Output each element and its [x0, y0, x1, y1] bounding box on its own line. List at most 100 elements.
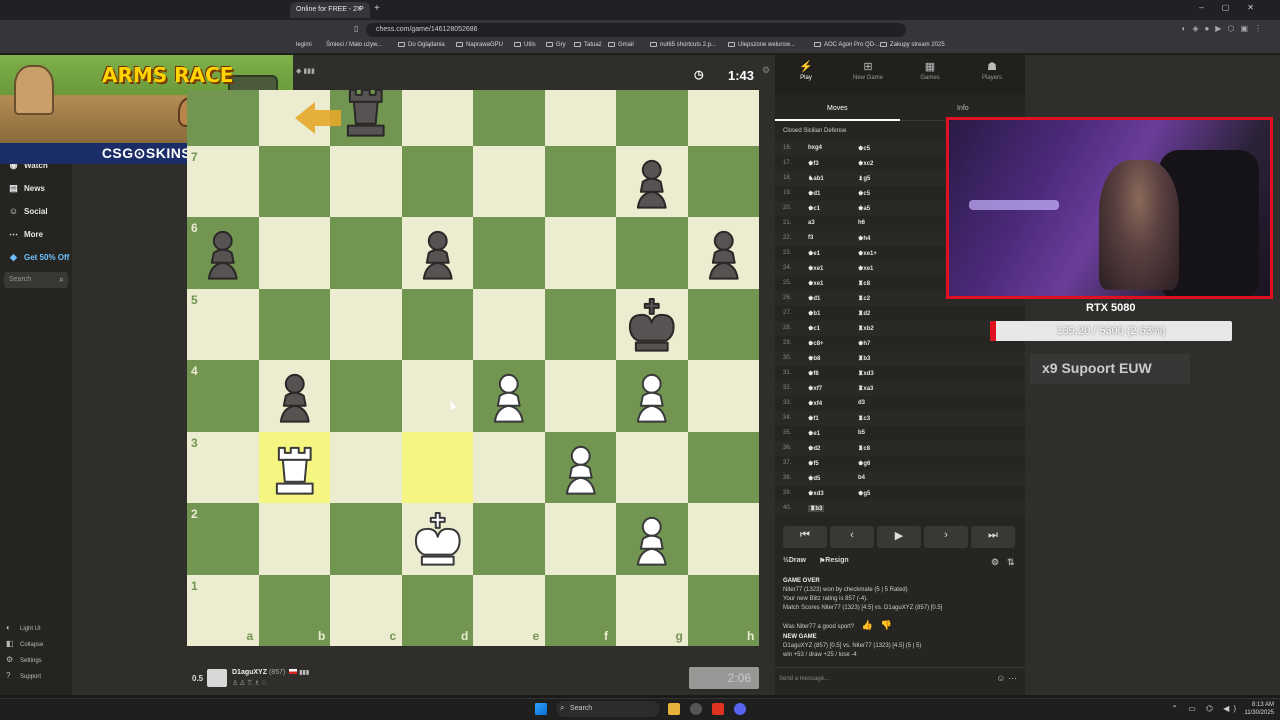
square-e5[interactable]	[473, 288, 545, 360]
white-move[interactable]: ♚xf4	[808, 400, 822, 407]
square-e2[interactable]	[473, 503, 545, 575]
black-move[interactable]: b4	[858, 475, 865, 481]
white-move[interactable]: ♚xe1	[808, 265, 823, 272]
black-move[interactable]: b5	[858, 430, 865, 436]
square-f7[interactable]	[544, 145, 616, 217]
bookmark-item[interactable]: AOC Agon Pro QD-...	[814, 42, 881, 48]
square-c5[interactable]	[330, 288, 402, 360]
bookmark-item[interactable]: Śmieci / Mało używ...	[326, 42, 382, 48]
white-move[interactable]: ♚d1	[808, 295, 820, 302]
tab-info[interactable]: Info	[957, 105, 969, 112]
sidebar-item-get-50-off[interactable]: ◆ Get 50% Off	[8, 252, 69, 263]
bookmark-item[interactable]: Tatuaż	[574, 42, 602, 48]
new-tab-icon[interactable]: +	[374, 3, 380, 14]
white-move[interactable]: f3	[808, 235, 813, 241]
next-move-button[interactable]: ›	[924, 526, 968, 548]
square-e7[interactable]	[473, 145, 545, 217]
square-f6[interactable]	[544, 217, 616, 289]
black-move[interactable]: ♚xc2	[858, 160, 873, 167]
white-move[interactable]: ♚xe1	[808, 280, 823, 287]
flip-icon[interactable]: ⇅	[1007, 557, 1015, 568]
black-move[interactable]: ♜c8	[858, 445, 870, 452]
black-king-g5[interactable]	[616, 293, 688, 365]
sidebar-bottom-collapse[interactable]: ◧ Collapse	[6, 639, 43, 648]
chat-input[interactable]: Send a message... ☺ ⋯	[775, 667, 1025, 689]
thumbs-up-icon[interactable]: 👍	[862, 620, 873, 630]
square-e6[interactable]	[473, 217, 545, 289]
square-b7[interactable]	[258, 145, 330, 217]
white-pawn-e4[interactable]	[473, 364, 545, 436]
black-move[interactable]: ♜c3	[858, 415, 870, 422]
black-move[interactable]: ♚c5	[858, 190, 870, 197]
white-move[interactable]: ♚e1	[808, 430, 820, 437]
white-move[interactable]: ♚d1	[808, 190, 820, 197]
black-move[interactable]: ♜b3	[858, 355, 870, 362]
url-field[interactable]: chess.com/game/146128052686	[366, 23, 906, 37]
square-g8[interactable]	[616, 90, 688, 146]
window-controls[interactable]: –▢✕	[1199, 3, 1272, 12]
black-move[interactable]: d3	[858, 400, 865, 406]
bookmark-item[interactable]: nut65 shortcuts 2.p...	[650, 42, 716, 48]
square-b2[interactable]	[258, 503, 330, 575]
sidebar-bottom-settings[interactable]: ⚙ Settings	[6, 655, 42, 664]
square-c2[interactable]	[330, 503, 402, 575]
black-pawn-b4[interactable]	[259, 364, 331, 436]
sidebar-search-input[interactable]: Search ⌕	[4, 272, 68, 288]
white-move[interactable]: ♚f5	[808, 460, 819, 467]
square-c4[interactable]	[330, 360, 402, 432]
square-c3[interactable]	[330, 431, 402, 503]
square-b6[interactable]	[258, 217, 330, 289]
tab-moves[interactable]: Moves	[827, 105, 848, 112]
black-move[interactable]: ♚g5	[858, 490, 870, 497]
white-king-d2[interactable]	[402, 507, 474, 579]
square-f5[interactable]	[544, 288, 616, 360]
last-move-button[interactable]: ⏭	[971, 526, 1015, 548]
bookmark-item[interactable]: legimi	[296, 42, 312, 48]
square-h8[interactable]	[687, 90, 759, 146]
tab-close-icon[interactable]: ✕	[356, 4, 363, 13]
square-f4[interactable]	[544, 360, 616, 432]
black-pawn-g7[interactable]	[616, 150, 688, 222]
square-b5[interactable]	[258, 288, 330, 360]
white-pawn-g2[interactable]	[616, 507, 688, 579]
square-h2[interactable]	[687, 503, 759, 575]
bookmark-icon[interactable]: ▯	[354, 24, 358, 33]
black-move[interactable]: ♚g6	[858, 460, 870, 467]
square-h5[interactable]	[687, 288, 759, 360]
play-button[interactable]: ▶	[877, 526, 921, 548]
brave-icon[interactable]	[712, 703, 724, 715]
share-icon[interactable]: ⚙	[991, 557, 999, 568]
square-g6[interactable]	[616, 217, 688, 289]
black-move[interactable]: ♜xd3	[858, 370, 874, 377]
bookmark-item[interactable]: Ulepszone welurow...	[728, 42, 795, 48]
taskbar-search[interactable]: ⌕ Search	[556, 701, 660, 717]
player-name-row[interactable]: D1aguXYZ (857) ▮▮▮	[232, 669, 309, 676]
black-pawn-a6[interactable]	[187, 221, 259, 293]
square-d7[interactable]	[401, 145, 473, 217]
square-e3[interactable]	[473, 431, 545, 503]
black-move[interactable]: ♚h4	[858, 235, 870, 242]
white-move[interactable]: ♚xd3	[808, 490, 824, 497]
white-move[interactable]: ♚f1	[808, 415, 819, 422]
start-button[interactable]	[535, 703, 547, 715]
tab-players[interactable]: ☗ Players	[961, 60, 1023, 81]
tab-games[interactable]: ▦ Games	[899, 60, 961, 81]
bookmark-item[interactable]: Do Oglądania	[398, 42, 445, 48]
white-move[interactable]: ♚c8+	[808, 340, 824, 347]
black-move[interactable]: ♜d2	[858, 310, 870, 317]
square-g3[interactable]	[616, 431, 688, 503]
sidebar-bottom-support[interactable]: ? Support	[6, 671, 41, 680]
system-tray[interactable]: ⌃ ▭ ⌬ ◀)	[1171, 704, 1240, 713]
white-move[interactable]: ♚f3	[808, 160, 819, 167]
square-d3[interactable]	[401, 431, 473, 503]
white-move[interactable]: ♚d2	[808, 445, 820, 452]
white-move[interactable]: ♚xf7	[808, 385, 822, 392]
bookmark-item[interactable]: NaprawaGPU	[456, 42, 503, 48]
black-move[interactable]: ♝g5	[858, 175, 870, 182]
board-settings-icon[interactable]: ⚙	[762, 65, 770, 76]
square-c7[interactable]	[330, 145, 402, 217]
white-pawn-f3[interactable]	[545, 436, 617, 508]
white-move[interactable]: ♚b8	[808, 355, 820, 362]
white-pawn-g4[interactable]	[616, 364, 688, 436]
black-move[interactable]: ♜xa3	[858, 385, 873, 392]
